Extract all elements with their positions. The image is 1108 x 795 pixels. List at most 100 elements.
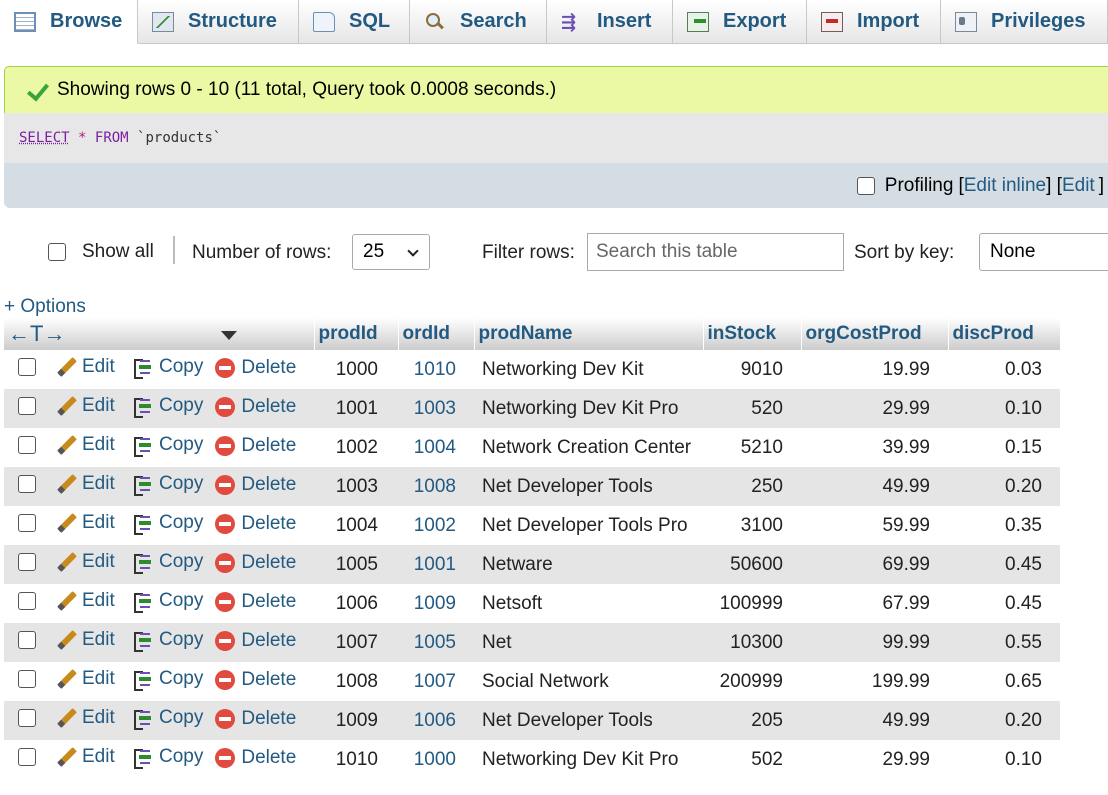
cell-ordid[interactable]: 1003 [398,389,474,428]
edit-query-link[interactable]: Edit [1062,175,1095,197]
row-checkbox[interactable] [18,435,36,454]
edit-row-link[interactable]: Edit [56,434,115,456]
table-row: Edit Copy Delete 1002 1004 Network Creation C… [4,428,1060,467]
edit-row-link[interactable]: Edit [56,746,115,768]
edit-row-link[interactable]: Edit [56,590,115,612]
column-header-orgcostprod[interactable]: orgCostProd [801,318,949,350]
column-header-prodid[interactable]: prodId [314,318,399,350]
delete-row-link[interactable]: Delete [215,357,296,379]
rows-select[interactable]: 25 [352,234,430,270]
delete-label: Delete [241,668,297,690]
edit-row-link[interactable]: Edit [56,551,115,573]
copy-row-link[interactable]: Copy [131,394,204,418]
copy-row-link[interactable]: Copy [131,551,203,574]
copy-label: Copy [159,394,204,416]
row-checkbox[interactable] [18,591,36,610]
edit-row-link[interactable]: Edit [56,356,115,378]
cell-discprod: 0.20 [948,467,1060,506]
filter-rows-input[interactable] [587,233,844,271]
delete-row-link[interactable]: Delete [215,435,296,457]
delete-row-link[interactable]: Delete [215,669,296,691]
cell-instock: 50600 [703,545,801,584]
column-header-prodname[interactable]: prodName [474,318,704,350]
copy-row-link[interactable]: Copy [131,590,203,613]
column-header-instock[interactable]: inStock [703,318,802,350]
copy-row-link[interactable]: Copy [131,707,203,730]
copy-row-link[interactable]: Copy [131,746,203,769]
pencil-icon [56,630,76,650]
column-header-ordid[interactable]: ordId [398,318,475,350]
delete-row-link[interactable]: Delete [215,591,296,613]
edit-row-link[interactable]: Edit [56,629,115,651]
cell-prodid: 1005 [314,545,398,584]
cell-ordid[interactable]: 1007 [398,662,474,701]
edit-row-link[interactable]: Edit [56,473,115,495]
options-link[interactable]: + Options [4,296,86,318]
cell-ordid[interactable]: 1000 [398,740,474,779]
delete-row-link[interactable]: Delete [215,396,296,418]
delete-row-link[interactable]: Delete [215,513,296,535]
row-checkbox[interactable] [18,396,36,415]
edit-row-link[interactable]: Edit [56,395,115,417]
cell-ordid[interactable]: 1004 [398,428,474,467]
pencil-icon [56,669,76,689]
row-checkbox[interactable] [18,708,36,727]
copy-row-link[interactable]: Copy [131,668,203,691]
row-checkbox[interactable] [18,357,36,376]
tab-privileges[interactable]: Privileges [941,0,1108,44]
row-cell: Edit [52,545,127,584]
tab-browse[interactable]: Browse [0,0,138,44]
cell-ordid[interactable]: 1009 [398,584,474,623]
cell-ordid[interactable]: 1008 [398,467,474,506]
cell-ordid[interactable]: 1010 [398,350,474,389]
delete-row-link[interactable]: Delete [215,552,296,574]
row-checkbox[interactable] [18,747,36,766]
delete-row-link[interactable]: Delete [215,708,296,730]
show-all-checkbox[interactable] [48,243,66,261]
sql-keyword-select[interactable]: SELECT [19,130,70,146]
sort-dropdown-icon[interactable] [220,331,237,341]
row-checkbox[interactable] [18,630,36,649]
copy-row-link[interactable]: Copy [131,628,204,652]
copy-row-link[interactable]: Copy [131,473,203,496]
copy-row-link[interactable]: Copy [131,512,203,535]
copy-row-link[interactable]: Copy [131,434,203,457]
tab-import[interactable]: Import [807,0,941,44]
edit-label: Edit [82,551,115,572]
sort-key-select[interactable]: None [979,233,1108,271]
resize-arrows-icon[interactable]: ←T→ [8,321,65,346]
edit-row-link[interactable]: Edit [56,512,115,534]
table-row: Edit Copy Delete 1005 1001 Netware 50600 69.99 0… [4,545,1060,584]
cell-orgcostprod: 39.99 [801,428,948,467]
cell-orgcostprod: 29.99 [801,389,948,428]
delete-row-link[interactable]: Delete [215,747,296,769]
row-checkbox[interactable] [18,669,36,688]
edit-inline-link[interactable]: Edit inline [964,175,1046,197]
tab-export[interactable]: Export [673,0,807,44]
show-all-label: Show all [82,241,154,262]
row-cell: Edit [52,623,127,662]
row-checkbox[interactable] [18,513,36,532]
tab-sql[interactable]: SQL [299,0,410,44]
profiling-checkbox[interactable] [856,176,875,195]
cell-prodname: Net Developer Tools [474,701,703,740]
copy-row-link[interactable]: Copy [131,356,203,379]
row-cell [4,623,52,662]
copy-label: Copy [159,628,204,650]
cell-ordid[interactable]: 1002 [398,506,474,545]
cell-ordid[interactable]: 1001 [398,545,474,584]
column-arrows-header[interactable]: ←T→ [4,318,315,350]
column-header-discprod[interactable]: discProd [948,318,1061,350]
edit-row-link[interactable]: Edit [56,707,115,729]
table-row: Edit Copy Delete 1006 1009 Netsoft 100999 67.99… [4,584,1060,623]
row-checkbox[interactable] [18,552,36,571]
row-checkbox[interactable] [18,474,36,493]
delete-row-link[interactable]: Delete [215,630,296,652]
tab-structure[interactable]: Structure [138,0,299,44]
tab-search[interactable]: Search [410,0,547,44]
edit-row-link[interactable]: Edit [56,668,115,690]
delete-row-link[interactable]: Delete [215,474,296,496]
cell-ordid[interactable]: 1006 [398,701,474,740]
cell-ordid[interactable]: 1005 [398,623,474,662]
tab-insert[interactable]: ⇶ Insert [547,0,673,44]
